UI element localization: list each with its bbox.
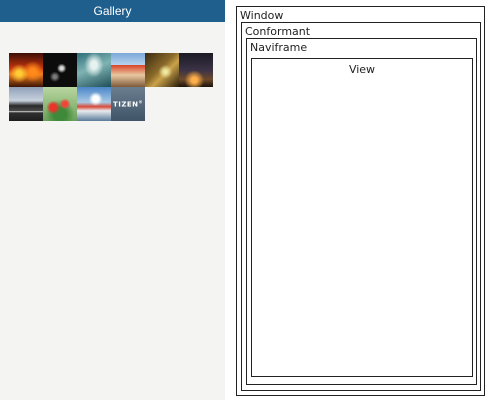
thumbnail-3[interactable] bbox=[111, 53, 145, 87]
thumbnail-0[interactable] bbox=[9, 53, 43, 87]
thumbnail-5[interactable] bbox=[179, 53, 213, 87]
tizen-logo-mark: ® bbox=[138, 99, 144, 105]
thumbnail-6[interactable] bbox=[9, 87, 43, 121]
thumbnail-2[interactable] bbox=[77, 53, 111, 87]
thumbnail-9-tizen[interactable]: TIZEN® bbox=[111, 87, 145, 121]
thumbnail-7[interactable] bbox=[43, 87, 77, 121]
thumbnail-4[interactable] bbox=[145, 53, 179, 87]
view-label: View bbox=[348, 63, 376, 76]
thumbnail-1[interactable] bbox=[43, 53, 77, 87]
gallery-app-screen: Gallery TIZEN® bbox=[0, 0, 225, 400]
naviframe-label: Naviframe bbox=[250, 41, 308, 54]
window-label: Window bbox=[240, 9, 284, 22]
app-title-bar: Gallery bbox=[0, 0, 225, 22]
tizen-logo-text: TIZEN bbox=[112, 100, 139, 109]
conformant-label: Conformant bbox=[245, 25, 311, 38]
thumbnail-grid: TIZEN® bbox=[9, 53, 213, 121]
view-box: View bbox=[251, 58, 473, 377]
thumbnail-8[interactable] bbox=[77, 87, 111, 121]
tizen-logo-icon: TIZEN® bbox=[111, 99, 145, 108]
